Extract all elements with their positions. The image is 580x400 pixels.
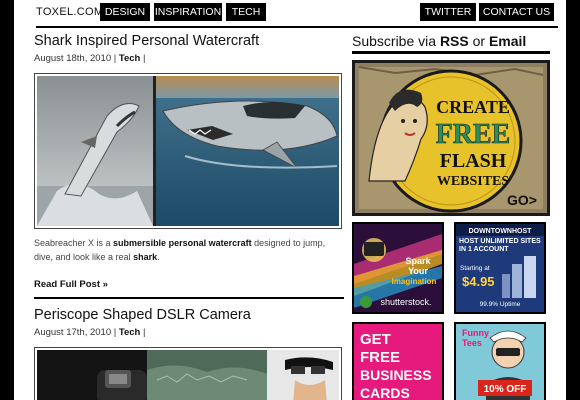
business-line1: GET [360, 331, 391, 348]
shutterstock-line1: Spark [405, 256, 431, 266]
business-line3: BUSINESS [360, 367, 432, 383]
shutterstock-ad-art: Spark Your Imagination shutterstock. [354, 224, 442, 312]
badge-go: GO> [507, 192, 537, 208]
ad-funny-tees[interactable]: Funny Tees 10% OFF [454, 322, 546, 400]
ad-free-business-cards[interactable]: GET FREE BUSINESS CARDS [352, 322, 444, 400]
meta-separator: | [111, 327, 119, 338]
tees-line2: Tees [462, 338, 482, 348]
ad-create-free-flash-websites[interactable]: CREATE FREE FLASH WEBSITES GO> [352, 60, 550, 216]
post-featured-image[interactable] [34, 347, 342, 400]
top-navigation: TOXEL.COM DESIGN INSPIRATION TECH TWITTE… [14, 0, 566, 24]
downtownhost-ad-art: DOWNTOWNHOST HOST UNLIMITED SITES IN 1 A… [456, 224, 544, 312]
subscribe-or: or [468, 33, 489, 49]
tees-line1: Funny [462, 328, 489, 338]
read-full-post-link[interactable]: Read Full Post » [34, 279, 108, 290]
post-title[interactable]: Periscope Shaped DSLR Camera [34, 307, 251, 323]
excerpt-text: Seabreacher X is a [34, 238, 114, 248]
post-meta: August 18th, 2010 | Tech | [34, 53, 145, 64]
nav-contact-us[interactable]: CONTACT US [479, 3, 554, 21]
badge-line3: FLASH [440, 150, 507, 172]
nav-twitter[interactable]: TWITTER [420, 3, 476, 21]
post-featured-image[interactable] [34, 73, 342, 229]
business-line2: FREE [360, 349, 400, 366]
flash-websites-badge: CREATE FREE FLASH WEBSITES GO> [355, 63, 547, 213]
periscope-camera-photo [37, 350, 339, 400]
post-excerpt: Seabreacher X is a submersible personal … [34, 236, 344, 264]
excerpt-keyword: shark [133, 252, 158, 262]
shutterstock-brand: shutterstock. [380, 297, 431, 307]
post-category-link[interactable]: Tech [119, 53, 140, 64]
meta-separator: | [140, 327, 146, 338]
post-divider [34, 297, 344, 299]
tees-offer: 10% OFF [484, 384, 527, 395]
nav-inspiration[interactable]: INSPIRATION [154, 3, 222, 21]
subscribe-label: Subscribe via [352, 33, 440, 49]
site-logo[interactable]: TOXEL.COM [36, 6, 103, 18]
email-link[interactable]: Email [489, 33, 526, 49]
post-date: August 17th, 2010 [34, 327, 112, 338]
page: TOXEL.COM DESIGN INSPIRATION TECH TWITTE… [14, 0, 566, 400]
shark-watercraft-photo [37, 76, 339, 226]
excerpt-keyword: submersible personal watercraft [113, 238, 252, 248]
downtownhost-headline: HOST UNLIMITED SITES IN 1 ACCOUNT [459, 238, 541, 253]
business-cards-ad-art: GET FREE BUSINESS CARDS [354, 324, 442, 400]
excerpt-text: . [157, 252, 160, 262]
post-date: August 18th, 2010 [34, 53, 112, 64]
downtownhost-price: $4.95 [462, 274, 495, 289]
post-meta: August 17th, 2010 | Tech | [34, 327, 145, 338]
funny-tees-ad-art: Funny Tees 10% OFF [456, 324, 544, 400]
downtownhost-uptime: 99.9% Uptime [480, 301, 521, 308]
ad-downtownhost[interactable]: DOWNTOWNHOST HOST UNLIMITED SITES IN 1 A… [454, 222, 546, 314]
post-title[interactable]: Shark Inspired Personal Watercraft [34, 33, 259, 49]
nav-tech[interactable]: TECH [226, 3, 266, 21]
shutterstock-line3: Imagination [392, 277, 437, 286]
downtownhost-brand: DOWNTOWNHOST [469, 228, 533, 235]
subscribe-heading: Subscribe via RSS or Email [352, 33, 526, 49]
nav-design[interactable]: DESIGN [100, 3, 150, 21]
downtownhost-starting: Starting at [460, 265, 490, 272]
header-divider [36, 26, 558, 28]
ad-shutterstock[interactable]: Spark Your Imagination shutterstock. [352, 222, 444, 314]
post-category-link[interactable]: Tech [119, 327, 140, 338]
meta-separator: | [140, 53, 146, 64]
sidebar-divider [352, 51, 550, 54]
badge-line1: CREATE [436, 97, 510, 117]
badge-line2: FREE [436, 119, 511, 150]
badge-line4: WEBSITES [437, 174, 510, 189]
rss-link[interactable]: RSS [440, 33, 469, 49]
meta-separator: | [111, 53, 119, 64]
business-line4: CARDS [360, 385, 410, 400]
shutterstock-line2: Your [408, 266, 428, 276]
